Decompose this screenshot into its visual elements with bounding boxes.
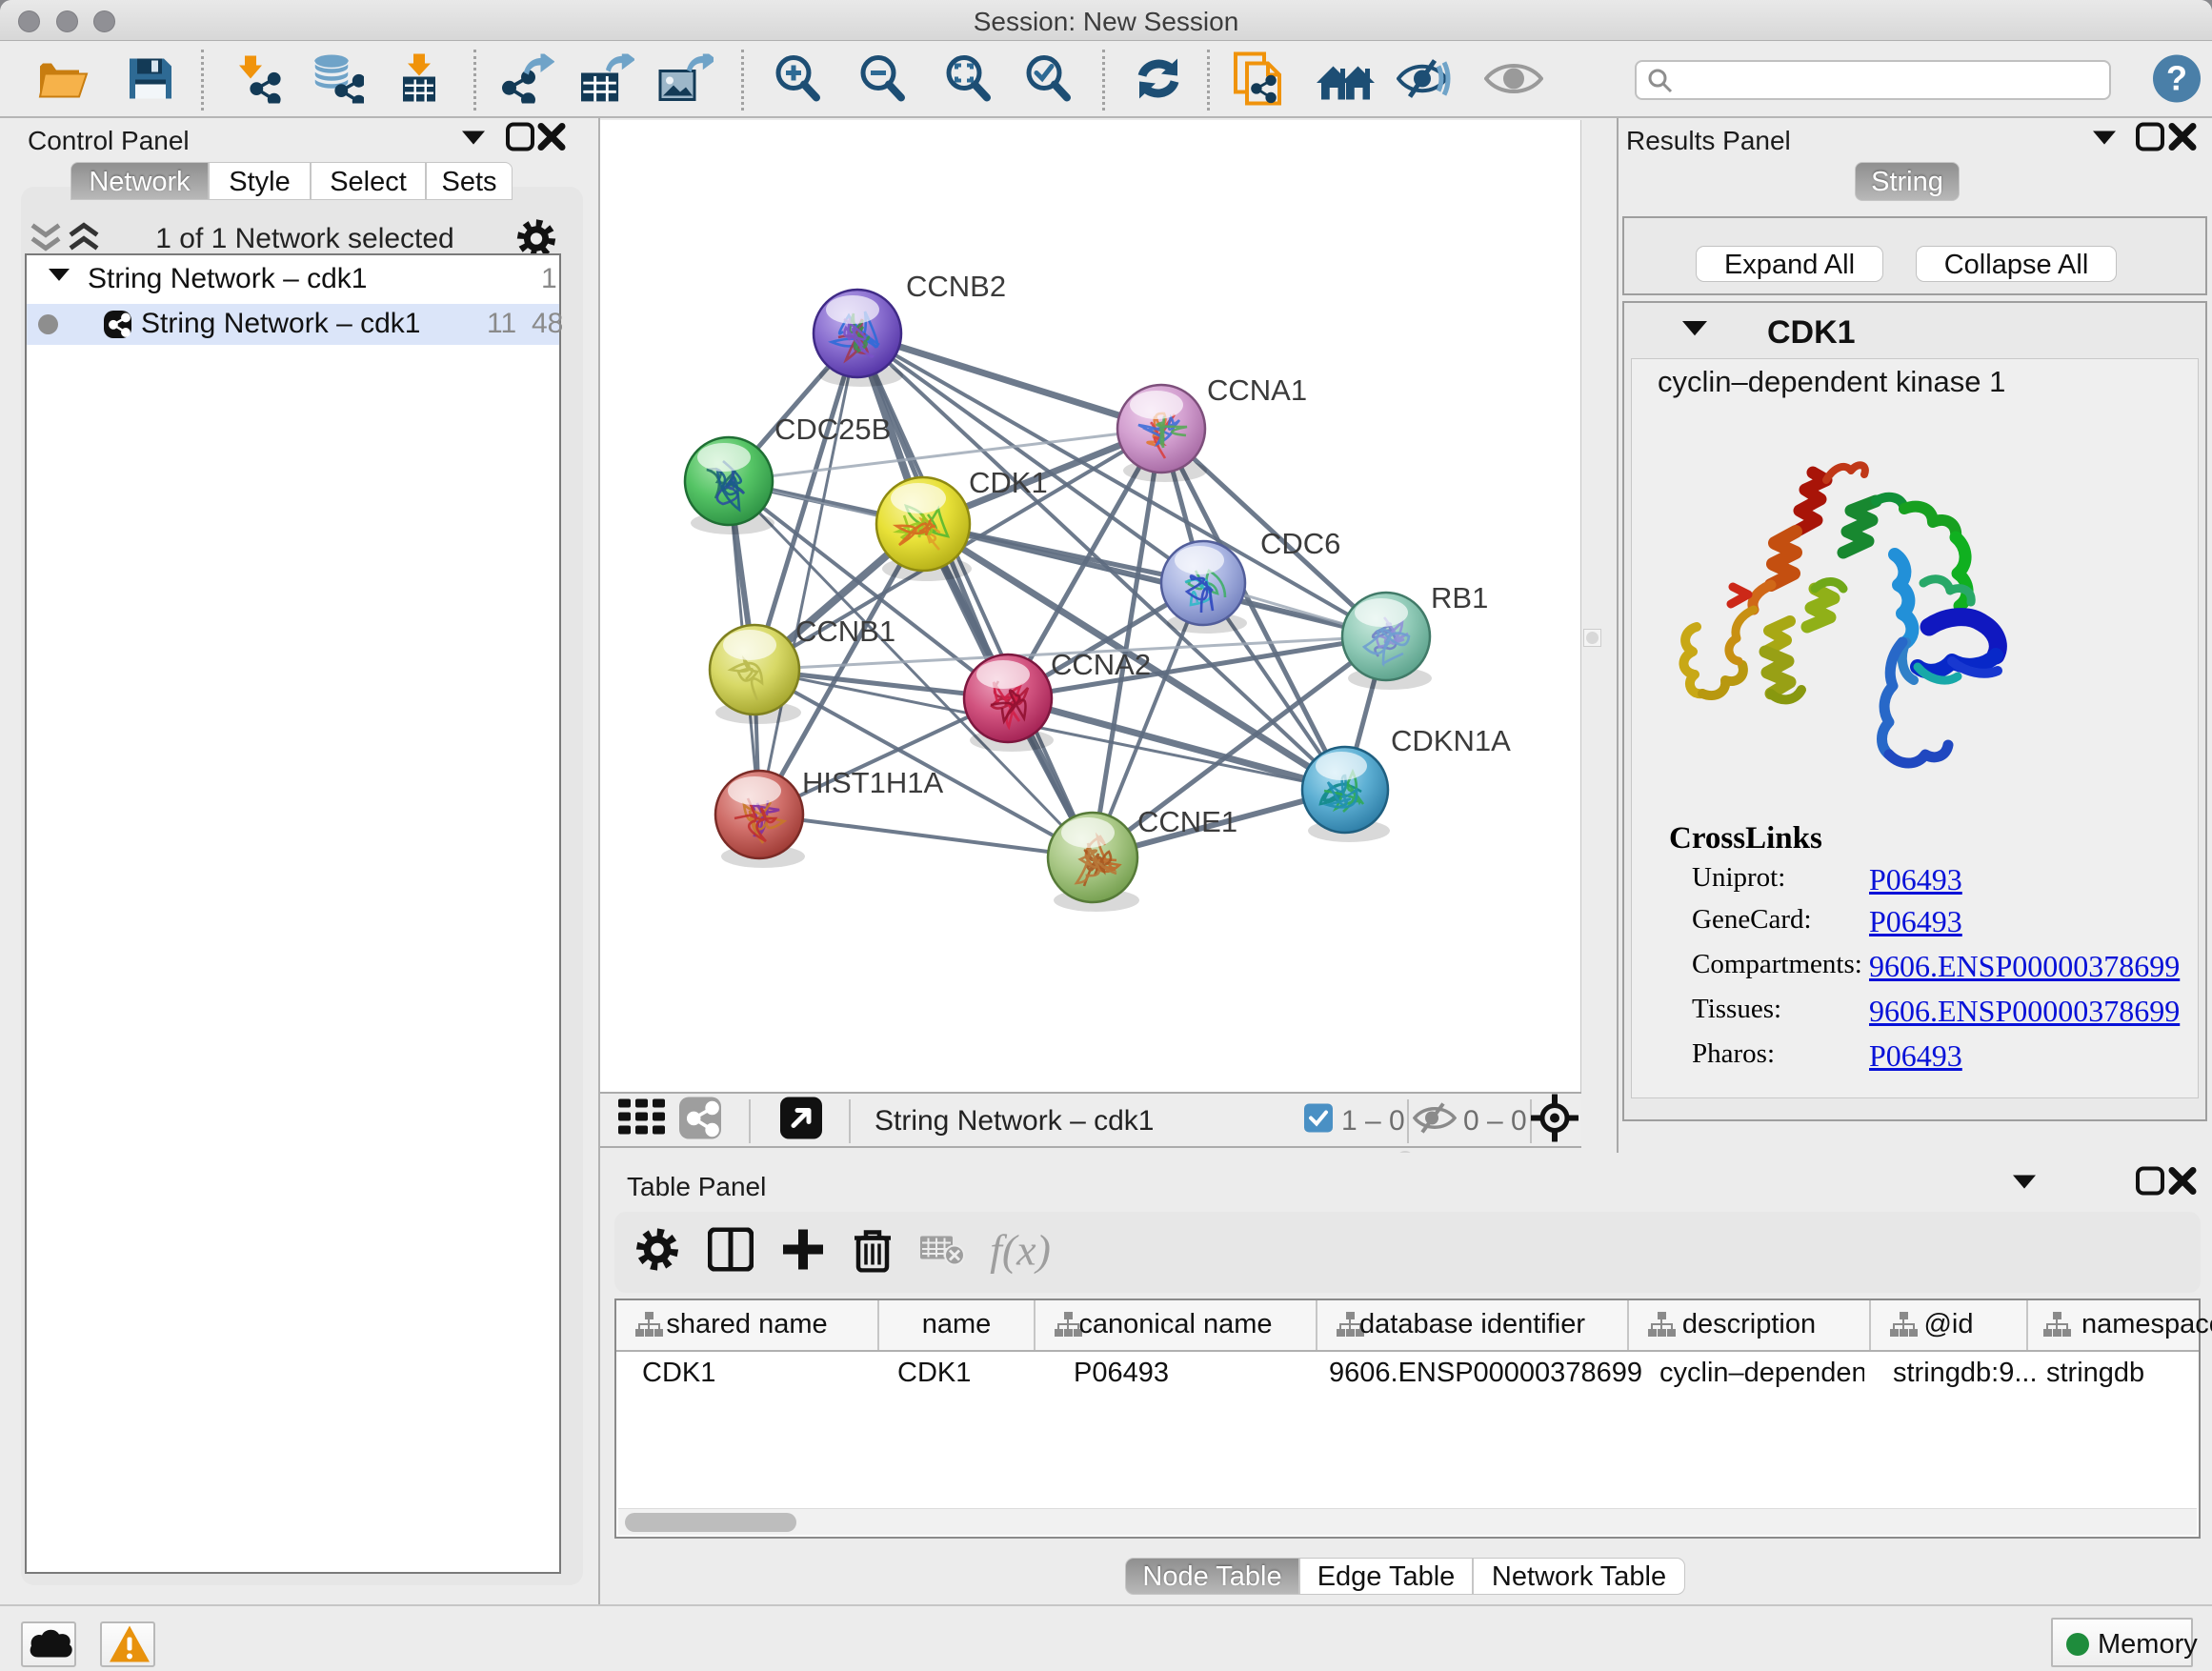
svg-text:CCNE1: CCNE1 — [1137, 805, 1237, 838]
svg-text:CDC25B: CDC25B — [774, 413, 891, 446]
svg-text:CDC6: CDC6 — [1260, 527, 1340, 560]
svg-text:CCNA2: CCNA2 — [1051, 648, 1151, 681]
svg-text:CCNB2: CCNB2 — [906, 270, 1006, 303]
svg-text:CCNA1: CCNA1 — [1207, 373, 1307, 407]
svg-text:CCNB1: CCNB1 — [795, 614, 895, 648]
svg-text:CDK1: CDK1 — [969, 466, 1048, 499]
svg-text:RB1: RB1 — [1431, 581, 1488, 614]
svg-text:HIST1H1A: HIST1H1A — [802, 766, 943, 799]
svg-text:CDKN1A: CDKN1A — [1391, 724, 1511, 757]
svg-text:?: ? — [2166, 59, 2187, 98]
